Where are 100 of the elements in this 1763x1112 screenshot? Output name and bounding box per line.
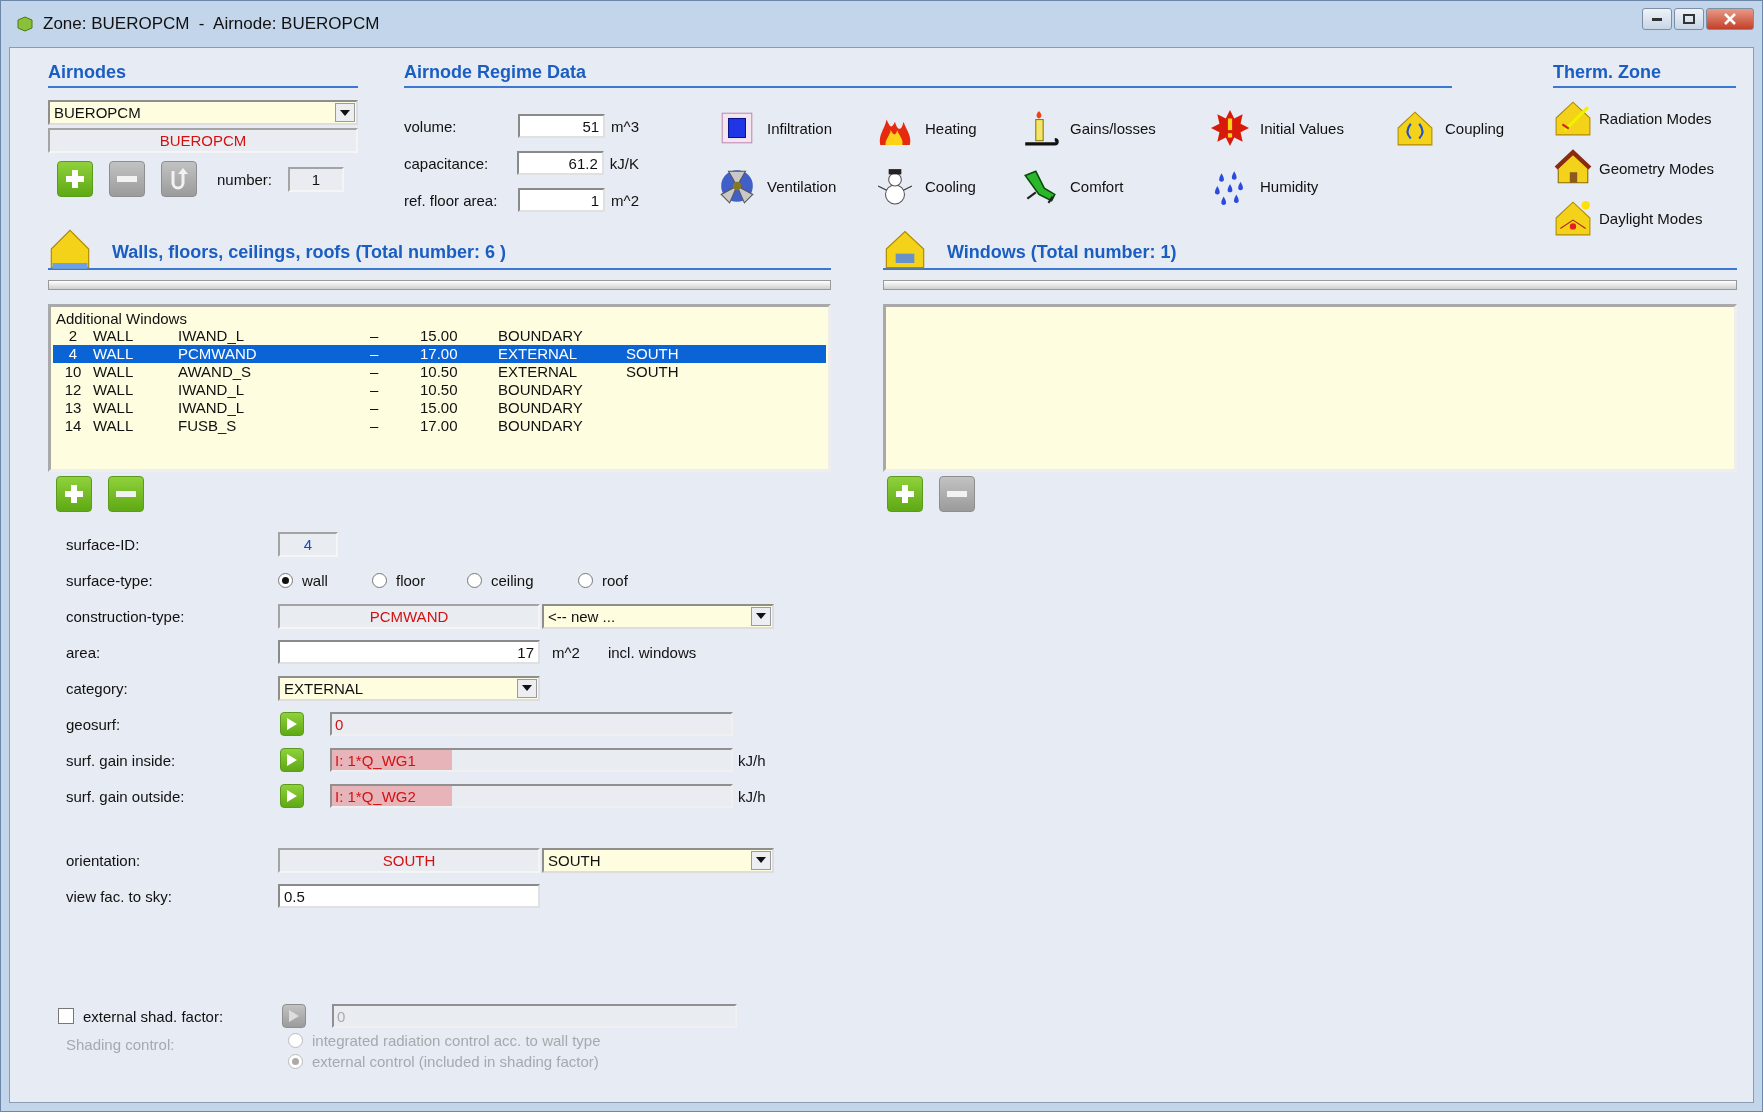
- tool-button[interactable]: Ventilation: [717, 164, 875, 208]
- table-cell-text: 15.00: [420, 399, 459, 417]
- orientation-dropdown[interactable]: SOUTH: [542, 847, 774, 873]
- field-label: capacitance:: [404, 154, 490, 172]
- table-cell-text: BOUNDARY: [498, 417, 584, 435]
- list-row[interactable]: 2 WALL IWAND_L – 15.00 BOUNDARY: [53, 327, 826, 345]
- table-cell-text: –: [370, 363, 380, 381]
- add-button[interactable]: [57, 161, 93, 197]
- scrollbar[interactable]: [48, 280, 831, 290]
- tool-button[interactable]: Infiltration: [717, 106, 875, 150]
- play-button[interactable]: [280, 748, 304, 772]
- undo-arrow-icon: [169, 167, 189, 191]
- list-row[interactable]: 12 WALL IWAND_L – 10.50 BOUNDARY: [53, 381, 826, 399]
- unit-label: kJ/K: [609, 154, 639, 172]
- list-row[interactable]: 14 WALL FUSB_S – 17.00 BOUNDARY: [53, 417, 826, 435]
- plus-icon: [63, 483, 85, 505]
- starburst-icon: [1210, 109, 1250, 147]
- tool-button[interactable]: Geometry Modes: [1553, 146, 1736, 190]
- maximize-button[interactable]: [1674, 8, 1704, 30]
- number-input[interactable]: 51: [517, 114, 606, 138]
- field-label: number:: [217, 170, 273, 188]
- unit-label: m^3: [611, 117, 639, 135]
- list-row[interactable]: 4 WALL PCMWAND – 17.00 EXTERNAL SOUTH: [53, 345, 826, 363]
- caret-icon: [756, 857, 766, 863]
- radio-button[interactable]: [278, 572, 293, 588]
- unit-label: kJ/h: [738, 787, 766, 805]
- add-button[interactable]: [887, 476, 923, 512]
- construction-dropdown[interactable]: <-- new ...: [542, 603, 774, 629]
- minus-icon: [946, 490, 968, 498]
- number-input[interactable]: 1: [517, 188, 606, 212]
- category-dropdown[interactable]: EXTERNAL: [278, 675, 540, 701]
- fan-icon: [717, 167, 757, 205]
- table-cell-text: 10.50: [420, 381, 459, 399]
- panel-heading: Walls, floors, ceilings, roofs (Total number: 6 ): [112, 242, 507, 264]
- play-button[interactable]: [280, 712, 304, 736]
- field-label: view fac. to sky:: [66, 887, 173, 905]
- tool-button[interactable]: Initial Values: [1210, 106, 1395, 150]
- checkbox-label: external shad. factor:: [83, 1007, 224, 1025]
- radio-label: floor: [396, 571, 426, 589]
- tool-button[interactable]: Daylight Modes: [1553, 196, 1736, 240]
- table-cell-text: SOUTH: [626, 345, 680, 363]
- tool-button[interactable]: Cooling: [875, 164, 1020, 208]
- section-heading: Airnode Regime Data: [404, 62, 1452, 88]
- table-cell-text: 10.50: [420, 363, 459, 381]
- table-cell-text: 4: [67, 345, 79, 363]
- house-ray-icon: [1553, 99, 1593, 137]
- play-button[interactable]: [280, 784, 304, 808]
- close-button[interactable]: [1706, 8, 1754, 30]
- caret-icon: [340, 109, 350, 116]
- plus-icon: [894, 483, 916, 505]
- tool-button[interactable]: Heating: [875, 106, 1020, 150]
- field-label: surface-ID:: [66, 535, 141, 553]
- table-cell-text: EXTERNAL: [498, 345, 579, 363]
- radio-button[interactable]: [578, 572, 593, 588]
- section-heading: Airnodes: [48, 62, 358, 88]
- radio-button[interactable]: [467, 572, 482, 588]
- add-button[interactable]: [56, 476, 92, 512]
- table-cell-text: WALL: [93, 327, 135, 345]
- field-label: ref. floor area:: [404, 191, 499, 209]
- tool-button[interactable]: Gains/losses: [1020, 106, 1210, 150]
- table-cell-text: SOUTH: [626, 363, 680, 381]
- unit-label: m^2: [552, 643, 580, 661]
- list-row[interactable]: 10 WALL AWAND_S – 10.50 EXTERNAL SOUTH: [53, 363, 826, 381]
- tool-button[interactable]: Radiation Modes: [1553, 96, 1736, 140]
- view-factor-input[interactable]: 0.5: [278, 884, 540, 908]
- table-cell-text: IWAND_L: [178, 381, 246, 399]
- formula-field[interactable]: 0: [330, 712, 733, 736]
- table-cell-text: IWAND_L: [178, 327, 246, 345]
- radio-label: wall: [302, 571, 328, 589]
- table-cell-text: WALL: [93, 363, 135, 381]
- area-input[interactable]: 17: [278, 640, 540, 664]
- table-cell-text: –: [370, 417, 380, 435]
- minimize-icon: [1652, 17, 1662, 21]
- scrollbar[interactable]: [883, 280, 1737, 290]
- minus-icon: [115, 490, 137, 498]
- caret-icon: [522, 685, 532, 691]
- table-cell-text: –: [370, 399, 380, 417]
- snowman-icon: [875, 167, 915, 205]
- tool-button[interactable]: Coupling: [1395, 106, 1505, 150]
- tool-button[interactable]: Humidity: [1210, 164, 1395, 208]
- radio-button[interactable]: [372, 572, 387, 588]
- field-label: surface-type:: [66, 571, 154, 589]
- list-row[interactable]: 13 WALL IWAND_L – 15.00 BOUNDARY: [53, 399, 826, 417]
- house-icon: [48, 228, 92, 270]
- remove-button[interactable]: [108, 476, 144, 512]
- close-icon: [1724, 13, 1736, 25]
- tool-button[interactable]: Comfort: [1020, 164, 1210, 208]
- restore-icon: [1683, 14, 1695, 24]
- number-input[interactable]: 61.2: [517, 151, 604, 175]
- field-label: area:: [66, 643, 102, 661]
- field-label: geosurf:: [66, 715, 122, 733]
- airnode-dropdown[interactable]: BUEROPCM: [48, 100, 358, 125]
- table-cell-text: –: [370, 327, 380, 345]
- table-cell-text: 17.00: [420, 345, 459, 363]
- table-cell-text: FUSB_S: [178, 417, 238, 435]
- table-cell-text: BOUNDARY: [498, 327, 584, 345]
- table-cell-text: BOUNDARY: [498, 399, 584, 417]
- minus-icon: [116, 175, 138, 183]
- field-label: orientation:: [66, 851, 142, 869]
- minimize-button[interactable]: [1642, 8, 1672, 30]
